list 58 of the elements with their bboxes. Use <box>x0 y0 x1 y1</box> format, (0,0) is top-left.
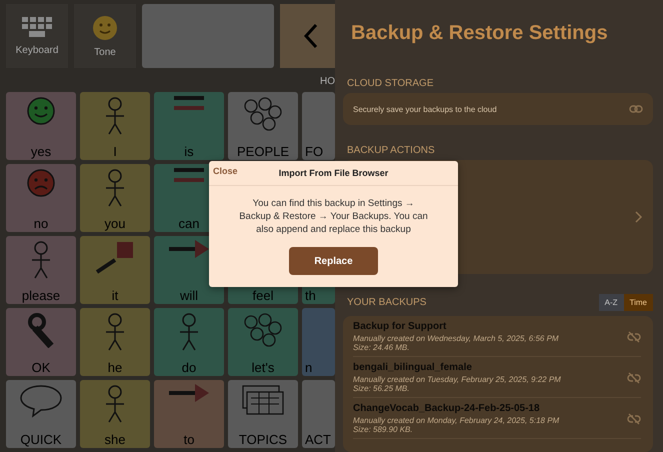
symbol-tile[interactable]: to <box>154 380 224 448</box>
section-heading: BACKUP ACTIONS <box>346 144 436 158</box>
symbol-tile[interactable]: PEOPLE <box>228 92 298 160</box>
symbol-tile[interactable]: TOPICS <box>228 380 298 448</box>
symbol-tile[interactable]: he <box>80 308 150 376</box>
backup-size: Size: 56.25 MB. <box>353 384 410 393</box>
symbol-tile[interactable]: do <box>154 308 224 376</box>
toolbar-button[interactable]: Keyboard <box>6 4 68 68</box>
section-label: HO <box>320 76 335 86</box>
arrow-icon <box>169 240 209 258</box>
symbol-tile[interactable]: you <box>80 164 150 232</box>
sort-button[interactable]: A-Z <box>598 294 624 311</box>
symbol-tile[interactable]: please <box>6 236 76 304</box>
symbol-tile[interactable]: OK <box>6 308 76 376</box>
happy-face-icon <box>26 96 56 126</box>
chevron-right-icon <box>635 211 643 223</box>
symbol-tile[interactable]: she <box>80 380 150 448</box>
symbol-tile[interactable]: ACT <box>302 380 335 448</box>
equals-icon <box>174 168 204 184</box>
dialog-message: You can find this backup in Settings → Backup & Restore → Your Backups. You can also append and replace this backup <box>238 197 428 236</box>
equals-icon <box>174 96 204 112</box>
backup-date: Manually created on Monday, February 24, 2025, 5:18 PM <box>353 416 560 425</box>
message-field[interactable] <box>142 4 274 68</box>
unlink-icon[interactable] <box>627 412 641 424</box>
symbol-tile[interactable]: FO <box>302 92 335 160</box>
cloud-storage-item[interactable]: Securely save your backups to the cloud <box>343 93 653 125</box>
symbol-tile[interactable]: QUICK <box>6 380 76 448</box>
toolbar-button[interactable]: Tone <box>74 4 136 68</box>
backup-date: Manually created on Wednesday, March 5, 2025, 6:56 PM <box>353 334 559 343</box>
symbol-tile[interactable]: no <box>6 164 76 232</box>
backup-date: Manually created on Tuesday, February 25, 2025, 9:22 PM <box>353 375 561 384</box>
arrow-icon <box>169 384 209 402</box>
backup-name: ChangeVocab_Backup-24-Feb-25-05-18 <box>353 403 541 414</box>
symbol-tile[interactable]: yes <box>6 92 76 160</box>
back-icon <box>304 23 318 49</box>
unlink-icon[interactable] <box>627 330 641 342</box>
symbol-tile[interactable]: let's <box>228 308 298 376</box>
unlink-icon[interactable] <box>627 372 641 384</box>
sort-button[interactable]: Time <box>624 294 653 311</box>
backup-name: bengali_bilingual_female <box>353 362 473 373</box>
back-button[interactable] <box>280 4 335 68</box>
sad-face-icon <box>26 168 56 198</box>
page-title: Backup & Restore Settings <box>350 21 609 46</box>
section-heading: YOUR BACKUPS <box>346 297 426 308</box>
speech-bubble-icon <box>19 384 63 418</box>
link-icon <box>629 105 643 113</box>
backup-size: Size: 24.46 MB. <box>353 343 410 352</box>
keyboard-icon <box>22 16 52 38</box>
symbol-tile[interactable]: n <box>302 308 335 376</box>
symbol-tile[interactable]: is <box>154 92 224 160</box>
replace-button[interactable]: Replace <box>289 247 378 275</box>
symbol-tile[interactable]: I <box>80 92 150 160</box>
dialog-title: Import From File Browser <box>278 168 388 178</box>
smiley-icon <box>92 14 118 40</box>
backup-size: Size: 589.90 KB. <box>353 425 414 434</box>
symbol-tile[interactable]: it <box>80 236 150 304</box>
backup-name: Backup for Support <box>353 321 448 332</box>
section-heading: CLOUD STORAGE <box>346 77 434 91</box>
